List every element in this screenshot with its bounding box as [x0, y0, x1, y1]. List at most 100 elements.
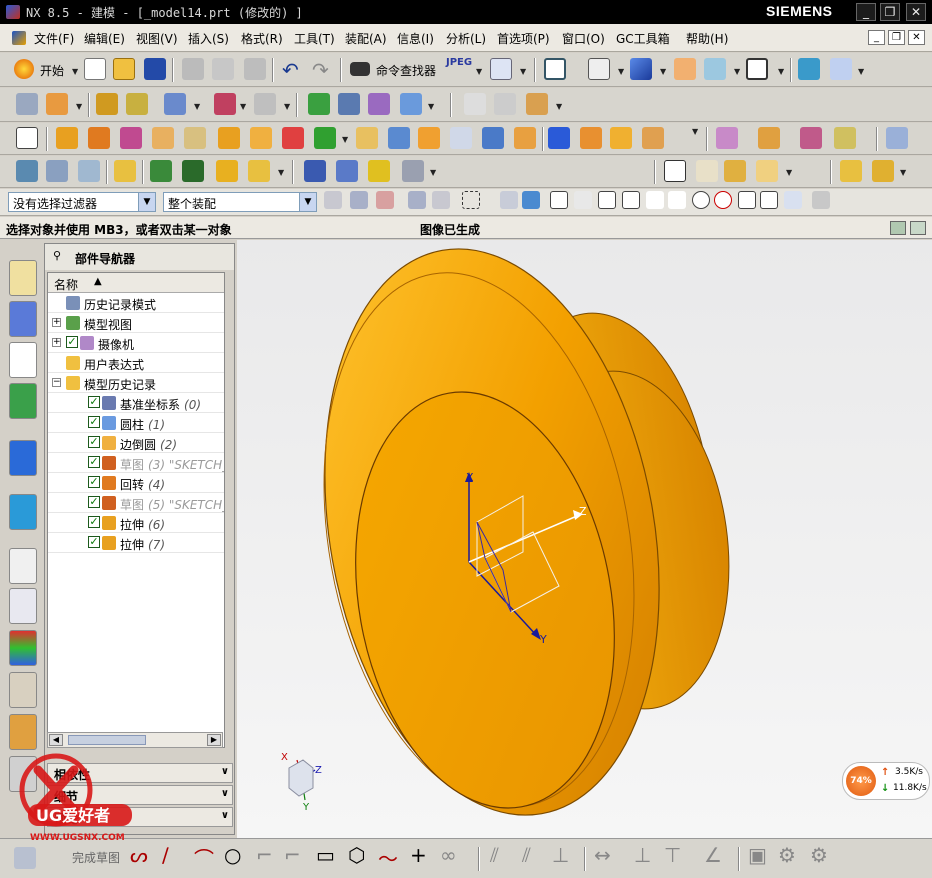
wave-link-icon[interactable] [114, 160, 136, 182]
reuse-library-tab-icon[interactable] [9, 383, 37, 419]
menu-info[interactable]: 信息(I) [397, 30, 434, 47]
undo-icon[interactable]: ↶ [282, 58, 299, 82]
table-icon[interactable] [696, 160, 718, 182]
through-curves-icon[interactable] [886, 127, 908, 149]
menu-format[interactable]: 格式(R) [241, 30, 283, 47]
arc-icon[interactable]: ⌒ [194, 843, 214, 872]
tree-row[interactable]: ✓ 基准坐标系 (0) [48, 393, 224, 413]
visibility-checkbox[interactable]: ✓ [88, 436, 100, 448]
pattern-icon[interactable] [282, 127, 304, 149]
chevron-down-icon[interactable]: ∨ [221, 766, 229, 777]
expand-icon[interactable]: + [52, 318, 61, 327]
hd3d-tools-tab-icon[interactable] [9, 440, 37, 476]
type-filter-icon[interactable] [324, 191, 342, 209]
visibility-checkbox[interactable]: ✓ [88, 536, 100, 548]
sort-ascending-icon[interactable]: ▲ [94, 276, 102, 287]
label-icon[interactable] [248, 160, 270, 182]
offset-face-icon[interactable] [548, 127, 570, 149]
roles-tab-icon[interactable] [9, 714, 37, 750]
menu-insert[interactable]: 插入(S) [188, 30, 229, 47]
menu-tools[interactable]: 工具(T) [294, 30, 335, 47]
quick-extend-icon[interactable]: ⫽ [522, 843, 531, 867]
copy-icon[interactable] [212, 58, 234, 80]
group-face-icon[interactable] [216, 160, 238, 182]
model-view[interactable]: X Y Z X Z Y [237, 240, 932, 844]
open-folder-icon[interactable] [113, 58, 135, 80]
system-materials-tab-icon[interactable] [9, 588, 37, 624]
constraint-navigator-tab-icon[interactable] [9, 301, 37, 337]
background-icon[interactable] [746, 58, 768, 80]
selection-filter-combo[interactable]: 没有选择过滤器 ▼ [8, 192, 156, 212]
visibility-checkbox[interactable]: ✓ [88, 396, 100, 408]
split-body-icon[interactable] [388, 127, 410, 149]
extrude-icon[interactable] [56, 127, 78, 149]
close-button[interactable]: ✕ [906, 3, 926, 21]
cut-icon[interactable] [182, 58, 204, 80]
graphics-window[interactable]: X Y Z X Z Y [237, 240, 932, 844]
menu-edit[interactable]: 编辑(E) [84, 30, 125, 47]
menu-preferences[interactable]: 首选项(P) [497, 30, 550, 47]
sketch-icon[interactable] [16, 127, 38, 149]
menu-gc-toolbox[interactable]: GC工具箱 [616, 30, 670, 47]
render-style-icon[interactable] [588, 58, 610, 80]
minimize-button[interactable]: _ [856, 3, 876, 21]
triangle-icon[interactable] [664, 160, 686, 182]
visibility-checkbox[interactable]: ✓ [88, 416, 100, 428]
collapse-icon[interactable]: − [52, 378, 61, 387]
part-list-icon[interactable] [338, 93, 360, 115]
alternate-solution-icon[interactable]: ⚙ [810, 843, 828, 867]
sketch-task-icon[interactable] [14, 847, 36, 869]
reuse-library-icon[interactable] [756, 160, 778, 182]
tree-row[interactable]: ✓ 回转 (4) [48, 473, 224, 493]
doc-close-button[interactable]: ✕ [908, 30, 925, 45]
tube-icon[interactable] [610, 127, 632, 149]
pad-icon[interactable] [218, 127, 240, 149]
synchronous-icon[interactable] [150, 160, 172, 182]
tree-row[interactable]: 用户表达式 [48, 353, 224, 373]
start-icon[interactable] [14, 59, 34, 79]
add-component-icon[interactable] [16, 160, 38, 182]
menu-window[interactable]: 窗口(O) [562, 30, 605, 47]
new-file-icon[interactable] [84, 58, 106, 80]
menu-analysis[interactable]: 分析(L) [446, 30, 486, 47]
chevron-down-icon[interactable]: ∨ [221, 788, 229, 799]
grid-icon[interactable] [724, 160, 746, 182]
display-constraints-icon[interactable]: ∠ [704, 843, 722, 867]
offset-curve-icon[interactable]: ∞ [440, 843, 457, 867]
visibility-checkbox[interactable]: ✓ [88, 456, 100, 468]
manufacturing-wizards-tab-icon[interactable] [9, 672, 37, 708]
gc-tool-icon[interactable] [840, 160, 862, 182]
select-body-icon[interactable] [500, 191, 518, 209]
feature-curve-icon[interactable] [408, 191, 426, 209]
fillet-icon[interactable]: ⌐ [256, 843, 273, 867]
trim-body-icon[interactable] [356, 127, 378, 149]
constraint-icon[interactable]: ⊥ [634, 843, 651, 867]
scroll-right-icon[interactable]: ▶ [207, 734, 221, 746]
tree-row[interactable]: + ✓ 摄像机 [48, 333, 224, 353]
check-geometry-icon[interactable] [308, 93, 330, 115]
tree-row[interactable]: − 模型历史记录 [48, 373, 224, 393]
gear-icon[interactable] [368, 160, 390, 182]
move-component-icon[interactable] [798, 58, 820, 80]
chevron-down-icon[interactable]: ∨ [221, 810, 229, 821]
paste-icon[interactable] [244, 58, 266, 80]
new-component-icon[interactable] [46, 160, 68, 182]
quadrant-icon[interactable] [714, 191, 732, 209]
redo-icon[interactable]: ↷ [312, 58, 329, 82]
select-face-icon[interactable] [522, 191, 540, 209]
orient-view-icon[interactable] [630, 58, 652, 80]
bolt-icon[interactable] [336, 160, 358, 182]
quick-trim-icon[interactable]: ⫽ [490, 843, 499, 867]
tree-row[interactable]: 历史记录模式 [48, 293, 224, 313]
visibility-checkbox[interactable]: ✓ [88, 516, 100, 528]
info-icon[interactable] [490, 58, 512, 80]
select-all-icon[interactable] [376, 191, 394, 209]
snap-point-icon[interactable] [350, 191, 368, 209]
point-icon[interactable] [214, 93, 236, 115]
history-tab-icon[interactable] [9, 548, 37, 584]
move-face-icon[interactable] [800, 127, 822, 149]
chevron-down-icon[interactable]: ▼ [138, 193, 155, 211]
scroll-thumb[interactable] [68, 735, 146, 745]
doc-minimize-button[interactable]: _ [868, 30, 885, 45]
snap-enable-icon[interactable] [550, 191, 568, 209]
